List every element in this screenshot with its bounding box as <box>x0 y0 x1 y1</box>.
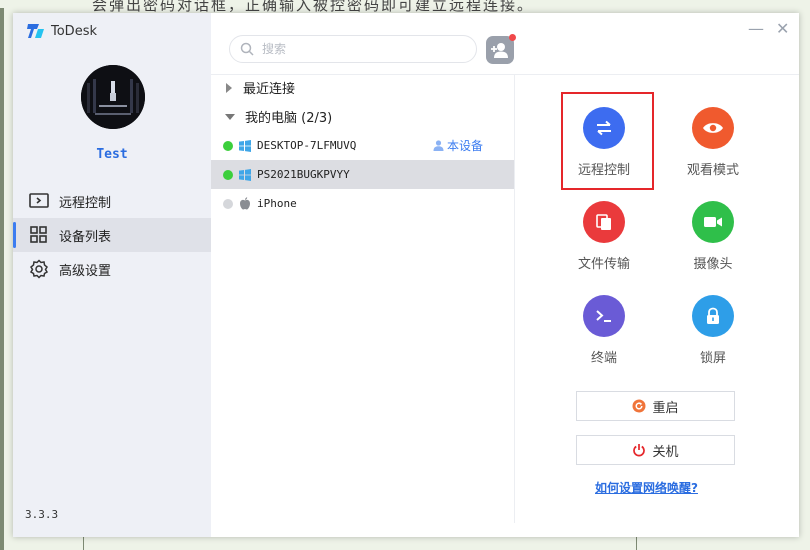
app-name: ToDesk <box>51 23 97 39</box>
username: Test <box>96 147 128 162</box>
this-device-badge: 本设备 <box>433 137 483 154</box>
sidebar-item-label: 高级设置 <box>59 263 112 279</box>
user-icon <box>433 140 444 151</box>
sidebar-item-remote-control[interactable]: 远程控制 <box>13 184 211 218</box>
search-icon <box>240 42 254 56</box>
background-divider <box>83 537 84 550</box>
minimize-button[interactable]: — <box>748 21 764 37</box>
app-version: 3.3.3 <box>25 508 59 521</box>
device-name: iPhone <box>257 197 297 210</box>
feature-label: 终端 <box>590 351 617 366</box>
group-recent-connections[interactable]: 最近连接 <box>211 73 514 102</box>
panel-divider <box>514 75 515 523</box>
todesk-logo-icon <box>27 24 44 38</box>
sidebar-item-device-list[interactable]: 设备列表 <box>13 218 211 252</box>
search-box[interactable] <box>229 35 477 63</box>
background-divider <box>636 537 637 550</box>
sidebar: ToDesk Test 远程控制 设备列表 高级设置 3.3.3 <box>13 13 211 537</box>
sidebar-item-advanced-settings[interactable]: 高级设置 <box>13 252 211 286</box>
add-contact-button[interactable] <box>486 34 516 64</box>
feature-label: 观看模式 <box>686 163 739 178</box>
group-my-computers[interactable]: 我的电脑 (2/3) <box>211 102 514 131</box>
restart-button[interactable]: 重启 <box>576 391 735 421</box>
this-device-label: 本设备 <box>447 139 484 153</box>
device-row[interactable]: DESKTOP-7LFMUVQ 本设备 <box>211 131 514 160</box>
sidebar-item-label: 设备列表 <box>59 229 112 245</box>
device-name: DESKTOP-7LFMUVQ <box>257 139 357 152</box>
remote-screen-icon <box>29 193 49 208</box>
device-row[interactable]: iPhone <box>211 189 514 218</box>
lock-icon <box>692 295 734 337</box>
notification-dot <box>509 34 516 41</box>
chevron-down-icon <box>225 113 235 120</box>
feature-terminal[interactable]: 终端 <box>554 284 654 374</box>
windows-icon <box>239 168 251 181</box>
close-button[interactable]: ✕ <box>776 21 789 37</box>
gear-icon <box>29 259 49 279</box>
files-icon <box>583 201 625 243</box>
restart-icon <box>632 399 646 413</box>
device-row[interactable]: PS2021BUGKPVYY <box>211 160 514 189</box>
sidebar-item-label: 远程控制 <box>59 195 112 211</box>
avatar[interactable] <box>81 65 145 129</box>
online-status-dot <box>223 140 233 151</box>
brand: ToDesk <box>27 23 97 39</box>
feature-label: 摄像头 <box>693 257 733 272</box>
feature-file-transfer[interactable]: 文件传输 <box>554 190 654 280</box>
feature-lock-screen[interactable]: 锁屏 <box>663 284 763 374</box>
avatar-image-icon <box>81 65 145 129</box>
background-border <box>0 8 4 550</box>
camera-icon <box>692 201 734 243</box>
device-name: PS2021BUGKPVYY <box>257 168 350 181</box>
restart-label: 重启 <box>652 400 679 416</box>
windows-icon <box>239 139 251 152</box>
online-status-dot <box>223 169 233 180</box>
highlight-box <box>561 92 654 190</box>
search-input[interactable] <box>262 42 452 56</box>
grid-icon <box>30 226 47 243</box>
wake-on-lan-help-link[interactable]: 如何设置网络唤醒? <box>595 479 698 496</box>
feature-label: 文件传输 <box>577 257 630 272</box>
feature-view-mode[interactable]: 观看模式 <box>663 96 763 186</box>
power-icon <box>633 444 646 457</box>
group-label: 最近连接 <box>243 82 296 97</box>
eye-icon <box>692 107 734 149</box>
feature-camera[interactable]: 摄像头 <box>663 190 763 280</box>
chevron-right-icon <box>226 82 232 93</box>
shutdown-label: 关机 <box>652 444 679 460</box>
feature-label: 锁屏 <box>699 351 726 366</box>
todesk-window: ToDesk Test 远程控制 设备列表 高级设置 3.3.3 搜索 — ✕ … <box>13 13 799 537</box>
offline-status-dot <box>223 198 233 209</box>
apple-icon <box>240 197 250 210</box>
add-user-icon <box>491 43 508 58</box>
group-label: 我的电脑 (2/3) <box>245 111 333 126</box>
shutdown-button[interactable]: 关机 <box>576 435 735 465</box>
terminal-icon <box>583 295 625 337</box>
